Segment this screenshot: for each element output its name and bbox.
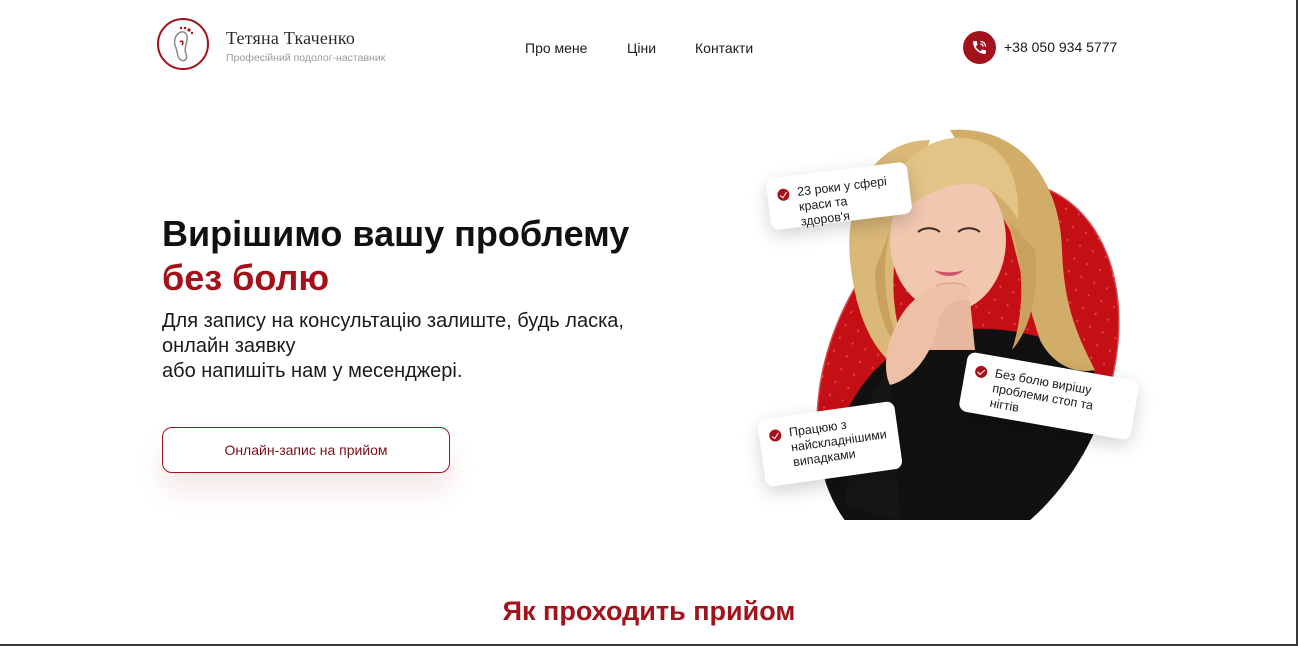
phone-number-link[interactable]: +38 050 934 5777	[1004, 39, 1117, 55]
nav-link-prices[interactable]: Ціни	[627, 40, 656, 56]
hero-title: Вирішимо вашу проблему	[162, 213, 630, 254]
brand-name[interactable]: Тетяна Ткаченко	[226, 28, 355, 49]
brand-subtitle: Професійний подолог-наставник	[226, 52, 386, 64]
hero-title-accent: без болю	[162, 257, 330, 298]
hero-subtitle-line: Для запису на консультацію залиште, будь…	[162, 310, 624, 332]
nav-link-about[interactable]: Про мене	[525, 40, 587, 56]
online-booking-button[interactable]: Онлайн-запис на прийом	[162, 427, 450, 473]
phone-icon[interactable]	[963, 31, 996, 64]
logo[interactable]	[157, 18, 209, 70]
section-title: Як проходить прийом	[502, 596, 796, 626]
nav-link-contacts[interactable]: Контакти	[695, 40, 753, 56]
check-icon	[776, 188, 791, 202]
hero-subtitle-line: або напишіть нам у месенджері.	[162, 360, 463, 382]
hero-subtitle-line: онлайн заявку	[162, 335, 296, 357]
check-icon	[974, 364, 989, 379]
check-icon	[768, 428, 783, 443]
foot-logo-icon	[173, 26, 194, 62]
hero-subtitle: Для запису на консультацію залиште, будь…	[162, 309, 722, 384]
